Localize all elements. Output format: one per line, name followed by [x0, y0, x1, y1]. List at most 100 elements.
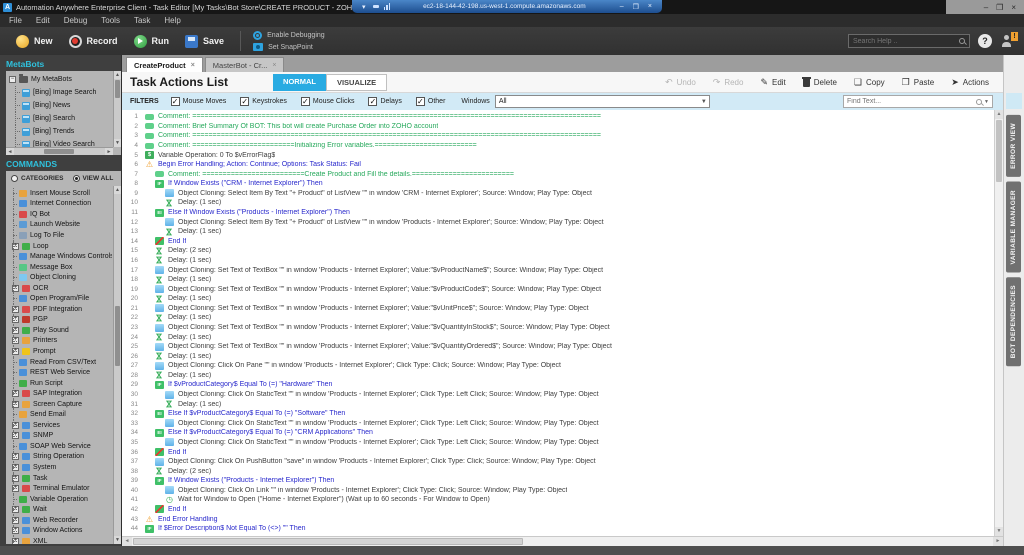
command-item[interactable]: Read From CSV/Text	[10, 356, 112, 368]
expand-icon[interactable]	[12, 421, 19, 429]
command-item[interactable]: Web Recorder	[10, 514, 112, 526]
rdp-pin-icon[interactable]	[372, 5, 379, 8]
command-item[interactable]: Printers	[10, 335, 112, 347]
task-row[interactable]: 25 Object Cloning: Set Text of TextBox ""…	[122, 342, 994, 352]
metabot-item[interactable]: [Bing] News	[9, 99, 112, 112]
task-row[interactable]: 43 ⚠ End Error Handling	[122, 514, 994, 524]
task-row[interactable]: 44 IF If $Error Description$ Not Equal To …	[122, 524, 994, 534]
checkbox-checked-icon[interactable]: ✓	[170, 97, 180, 106]
menu-tools[interactable]: Tools	[94, 16, 127, 25]
filter-other[interactable]: ✓ Other	[415, 97, 445, 106]
task-row[interactable]: 27 Object Cloning: Click On Pane "" in wi…	[122, 361, 994, 371]
scroll-right-icon[interactable]	[105, 148, 113, 155]
rdp-connection-bar[interactable]: ▾ ec2-18-144-42-198.us-west-1.compute.am…	[352, 0, 662, 13]
task-row[interactable]: 16 ⋈ Delay: (1 sec)	[122, 256, 994, 266]
task-row[interactable]: 35 Object Cloning: Click On StaticText ""…	[122, 438, 994, 448]
set-snappoint-toggle[interactable]: Set SnapPoint	[253, 43, 325, 51]
search-help-box[interactable]	[848, 34, 970, 48]
expand-icon[interactable]	[12, 527, 19, 535]
rdp-restore-button[interactable]: ❐	[631, 3, 641, 11]
paste-button[interactable]: ❐ Paste	[902, 77, 935, 88]
view-all-radio[interactable]: VIEW ALL	[72, 175, 113, 182]
task-list-horizontal-scrollbar[interactable]	[122, 536, 1003, 546]
menu-help[interactable]: Help	[157, 16, 187, 25]
filter-mouse-moves[interactable]: ✓ Mouse Moves	[170, 97, 226, 106]
scroll-down-icon[interactable]	[995, 527, 1003, 536]
menu-task[interactable]: Task	[127, 16, 157, 25]
scroll-left-icon[interactable]	[6, 148, 14, 155]
help-button[interactable]: ?	[978, 34, 992, 48]
task-row[interactable]: 9 Object Cloning: Select Item By Text "+ …	[122, 189, 994, 199]
metabot-item[interactable]: [Bing] Video Search	[9, 138, 112, 147]
categories-radio[interactable]: CATEGORIES	[11, 175, 64, 182]
metabot-item[interactable]: [Bing] Image Search	[9, 86, 112, 99]
filter-keystrokes[interactable]: ✓ Keystrokes	[240, 97, 287, 106]
task-row[interactable]: 31 ⋈ Delay: (1 sec)	[122, 399, 994, 409]
save-button[interactable]: Save	[185, 34, 224, 48]
task-row[interactable]: 7 Comment: =========================Creat…	[122, 169, 994, 179]
command-item[interactable]: String Operation	[10, 451, 112, 463]
command-item[interactable]: Terminal Emulator	[10, 483, 112, 494]
menu-file[interactable]: File	[2, 16, 29, 25]
expand-icon[interactable]	[12, 537, 19, 544]
expand-icon[interactable]	[12, 432, 19, 440]
visualize-toggle[interactable]: VISUALIZE	[325, 73, 388, 91]
expand-icon[interactable]	[12, 474, 19, 482]
minimize-button[interactable]: –	[984, 3, 988, 12]
expand-icon[interactable]	[12, 305, 19, 313]
rdp-dropdown-icon[interactable]: ▾	[360, 3, 368, 11]
find-text-box[interactable]: ▼	[843, 95, 993, 108]
task-row[interactable]: 10 ⋈ Delay: (1 sec)	[122, 198, 994, 208]
task-row[interactable]: 38 ⋈ Delay: (2 sec)	[122, 466, 994, 476]
checkbox-checked-icon[interactable]: ✓	[368, 97, 378, 106]
task-row[interactable]: 32 EI Else If $vProductCategory$ Equal To …	[122, 409, 994, 419]
expand-icon[interactable]	[12, 453, 19, 461]
user-button[interactable]: !	[1000, 32, 1018, 48]
command-item[interactable]: REST Web Service	[10, 367, 112, 378]
scroll-up-icon[interactable]	[114, 186, 121, 194]
close-icon[interactable]: ×	[191, 62, 195, 69]
tab-masterbot-cr-[interactable]: MasterBot - Cr... ×	[204, 57, 285, 72]
expand-icon[interactable]	[12, 326, 19, 334]
task-row[interactable]: 34 EI Else If $vProductCategory$ Equal To …	[122, 428, 994, 438]
filter-delays[interactable]: ✓ Delays	[368, 97, 402, 106]
task-row[interactable]: 33 Object Cloning: Click On StaticText ""…	[122, 419, 994, 429]
command-item[interactable]: Internet Connection	[10, 198, 112, 210]
task-row[interactable]: 17 Object Cloning: Set Text of TextBox ""…	[122, 265, 994, 275]
enable-debugging-toggle[interactable]: Enable Debugging	[253, 31, 325, 40]
command-item[interactable]: XML	[10, 536, 112, 544]
command-item[interactable]: Open Program/File	[10, 293, 112, 304]
commands-vertical-scrollbar[interactable]	[113, 186, 121, 544]
task-row[interactable]: 21 Object Cloning: Set Text of TextBox ""…	[122, 304, 994, 314]
panel-tab-variable-manager[interactable]: VARIABLE MANAGER	[1006, 181, 1021, 273]
scrollbar-thumb[interactable]	[996, 120, 1002, 182]
command-item[interactable]: Screen Capture	[10, 398, 112, 410]
windows-dropdown[interactable]: All ▼	[494, 95, 710, 108]
expand-icon[interactable]	[12, 506, 19, 514]
task-row[interactable]: 4 Comment: =========================Initi…	[122, 141, 994, 151]
command-item[interactable]: Log To File	[10, 230, 112, 241]
task-row[interactable]: 15 ⋈ Delay: (2 sec)	[122, 246, 994, 256]
task-row[interactable]: 5 $ Variable Operation: 0 To $vErrorFlag$	[122, 150, 994, 160]
command-item[interactable]: OCR	[10, 282, 112, 294]
task-row[interactable]: 37 Object Cloning: Click On PushButton "s…	[122, 457, 994, 467]
command-item[interactable]: SNMP	[10, 430, 112, 442]
command-item[interactable]: Send Email	[10, 409, 112, 420]
task-row[interactable]: 18 ⋈ Delay: (1 sec)	[122, 275, 994, 285]
scroll-down-icon[interactable]	[114, 139, 121, 147]
expand-icon[interactable]	[12, 347, 19, 355]
task-row[interactable]: 14 End If	[122, 237, 994, 247]
run-button[interactable]: Run	[133, 34, 169, 48]
task-row[interactable]: 8 IF If Window Exists ("CRM - Internet Exp…	[122, 179, 994, 189]
metabots-horizontal-scrollbar[interactable]	[6, 147, 113, 155]
search-help-input[interactable]	[853, 37, 959, 45]
scrollbar-thumb[interactable]	[44, 149, 74, 154]
delete-button[interactable]: Delete	[801, 77, 837, 87]
metabot-item[interactable]: [Bing] Trends	[9, 125, 112, 138]
record-button[interactable]: Record	[68, 34, 118, 48]
copy-button[interactable]: ❏ Copy	[854, 77, 885, 88]
task-row[interactable]: 30 Object Cloning: Click On StaticText ""…	[122, 390, 994, 400]
menu-debug[interactable]: Debug	[57, 16, 95, 25]
command-item[interactable]: Launch Website	[10, 219, 112, 231]
expand-icon[interactable]	[12, 284, 19, 292]
